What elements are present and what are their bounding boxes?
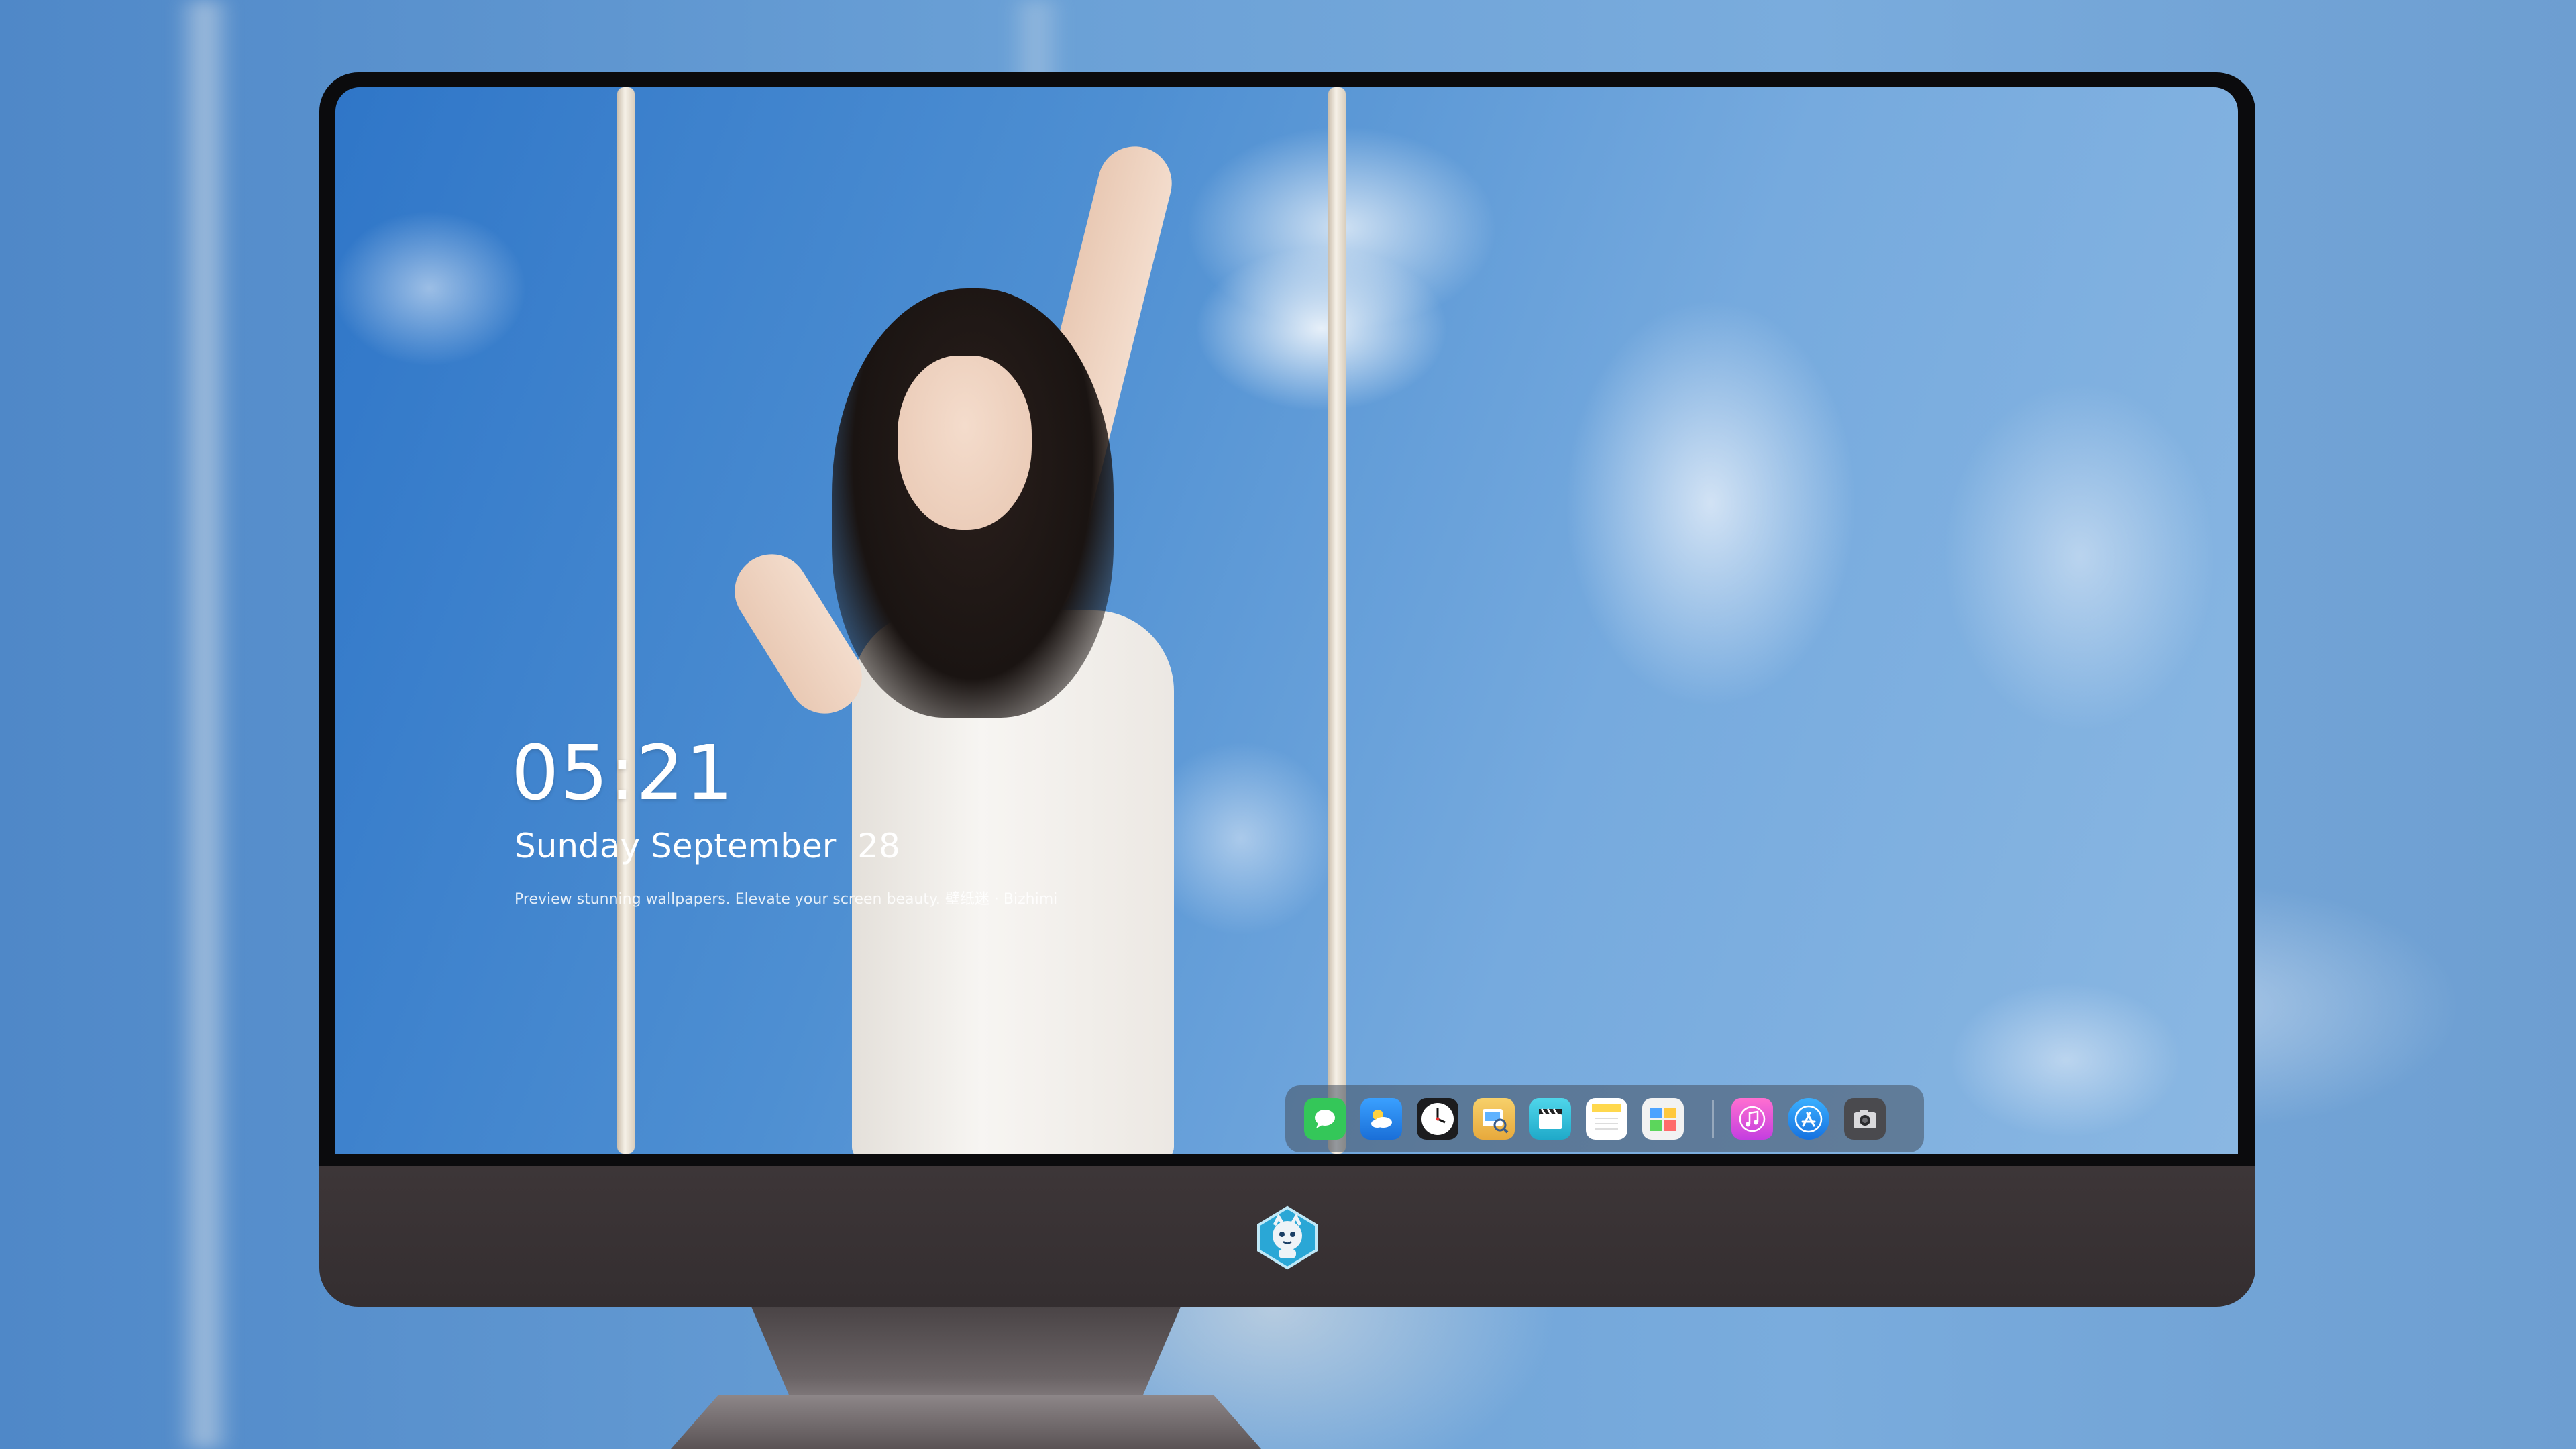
dock [1285,1085,1924,1152]
camera-icon[interactable] [1844,1098,1886,1140]
wallpaper-figure-face [898,356,1032,530]
music-icon[interactable] [1731,1098,1773,1140]
lockscreen-time: 05:21 [511,730,735,817]
swing-rope-right [1328,87,1346,1154]
notes-icon[interactable] [1586,1098,1627,1140]
preview-icon[interactable] [1473,1098,1515,1140]
clapperboard-icon[interactable] [1529,1098,1571,1140]
monitor-stand [751,1307,1181,1407]
background-rope-blur [174,0,235,1449]
messages-icon[interactable] [1304,1098,1346,1140]
dock-separator [1712,1100,1714,1138]
monitor-stand-base [671,1395,1261,1449]
screen: 05:21 Sunday September 28 Preview stunni… [335,87,2238,1154]
appstore-icon[interactable] [1788,1098,1829,1140]
lockscreen-date: Sunday September 28 [515,826,900,865]
clock-icon[interactable] [1417,1098,1458,1140]
mascot-logo-icon [1254,1205,1320,1271]
swing-rope-left [617,87,635,1154]
weather-icon[interactable] [1360,1098,1402,1140]
photobooth-icon[interactable] [1642,1098,1684,1140]
monitor: 05:21 Sunday September 28 Preview stunni… [319,72,2255,1307]
lockscreen-tagline: Preview stunning wallpapers. Elevate you… [515,891,1058,908]
